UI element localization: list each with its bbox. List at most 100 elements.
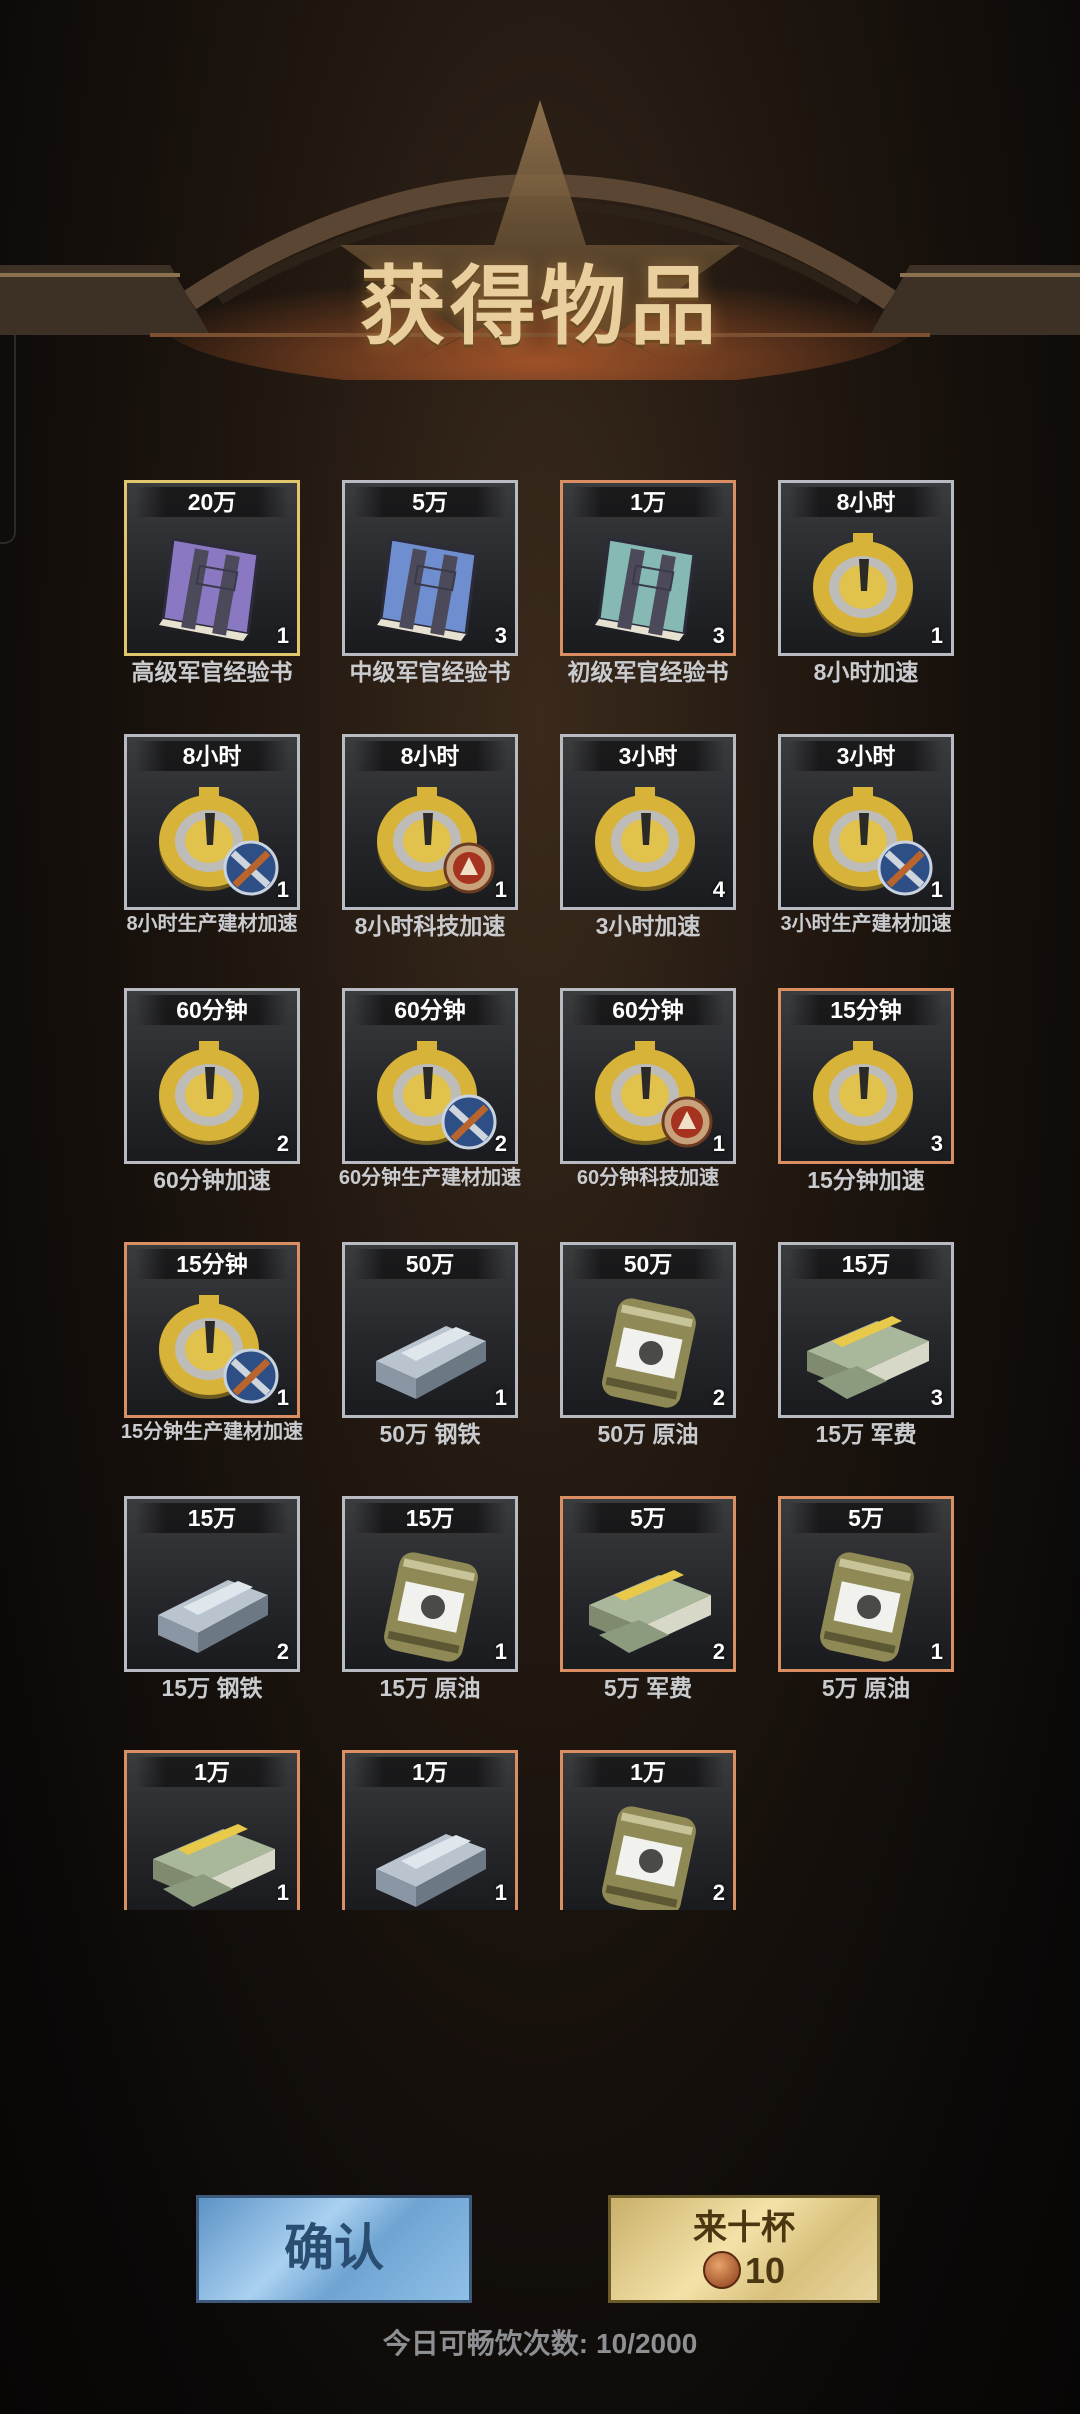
reward-item[interactable]: 8小时 1 8小时加速 <box>778 480 954 710</box>
daily-counter-value: 10/2000 <box>596 2328 698 2359</box>
cash-stack-icon <box>807 1316 929 1399</box>
item-name: 8小时生产建材加速 <box>126 913 298 935</box>
item-quantity: 1 <box>494 877 507 902</box>
item-quantity: 3 <box>494 623 507 648</box>
confirm-button[interactable]: 确认 <box>196 2195 472 2303</box>
item-name: 中级军官经验书 <box>349 659 511 685</box>
reward-item[interactable]: 1万 1 <box>124 1750 300 1980</box>
item-quantity: 2 <box>276 1639 289 1664</box>
item-card[interactable]: 60分钟 2 <box>124 988 300 1164</box>
item-quantity: 1 <box>494 1385 507 1410</box>
item-quantity: 1 <box>494 1639 507 1664</box>
reward-item[interactable]: 15万 3 15万 军费 <box>778 1242 954 1472</box>
item-card[interactable]: 8小时 1 <box>778 480 954 656</box>
item-card[interactable]: 15万 2 <box>124 1496 300 1672</box>
item-card[interactable]: 50万 1 <box>342 1242 518 1418</box>
draw-ten-button[interactable]: 来十杯 10 <box>608 2195 880 2303</box>
item-quantity: 2 <box>712 1639 725 1664</box>
reward-item[interactable]: 5万 1 5万 原油 <box>778 1496 954 1726</box>
item-card[interactable]: 1万 1 <box>342 1750 518 1910</box>
item-name: 3小时生产建材加速 <box>780 913 952 935</box>
speedup-clock-icon <box>595 787 695 891</box>
reward-item[interactable]: 5万 3 中级军官经验书 <box>342 480 518 710</box>
item-card[interactable]: 1万 3 <box>560 480 736 656</box>
item-amount-tag: 15万 <box>353 1503 507 1533</box>
reward-item[interactable]: 15分钟 3 15分钟加速 <box>778 988 954 1218</box>
item-amount-tag: 20万 <box>135 487 289 517</box>
reward-item[interactable]: 60分钟 2 60分钟加速 <box>124 988 300 1218</box>
speedup-clock-icon <box>377 1041 497 1150</box>
reward-item[interactable]: 15万 2 15万 钢铁 <box>124 1496 300 1726</box>
reward-item[interactable]: 20万 1 高级军官经验书 <box>124 480 300 710</box>
item-card[interactable]: 60分钟 1 <box>560 988 736 1164</box>
reward-item[interactable]: 15分钟 1 15分钟生产建材加速 <box>121 1242 303 1472</box>
oil-barrel-icon <box>820 1552 914 1662</box>
reward-item[interactable]: 8小时 1 8小时科技加速 <box>342 734 518 964</box>
reward-item[interactable]: 1万 3 初级军官经验书 <box>560 480 736 710</box>
item-amount-tag: 1万 <box>353 1757 507 1787</box>
item-amount-tag: 15分钟 <box>789 995 943 1025</box>
item-quantity: 1 <box>276 877 289 902</box>
item-amount-tag: 8小时 <box>353 741 507 771</box>
item-name: 3小时加速 <box>595 913 701 939</box>
oil-barrel-icon <box>384 1552 478 1662</box>
item-name: 5万 军费 <box>603 1675 693 1701</box>
speedup-clock-icon <box>813 533 913 637</box>
item-card[interactable]: 3小时 1 <box>778 734 954 910</box>
cash-stack-icon <box>153 1824 275 1907</box>
item-card[interactable]: 5万 1 <box>778 1496 954 1672</box>
item-amount-tag: 3小时 <box>571 741 725 771</box>
item-name: 60分钟生产建材加速 <box>338 1167 522 1189</box>
reward-item[interactable]: 15万 1 15万 原油 <box>342 1496 518 1726</box>
reward-item[interactable]: 50万 2 50万 原油 <box>560 1242 736 1472</box>
reward-item[interactable]: 1万 2 <box>560 1750 736 1980</box>
daily-counter-label: 今日可畅饮次数: <box>382 2328 589 2359</box>
item-name: 5万 原油 <box>821 1675 911 1701</box>
item-amount-tag: 15万 <box>789 1249 943 1279</box>
item-quantity: 1 <box>276 1880 289 1905</box>
item-card[interactable]: 15万 1 <box>342 1496 518 1672</box>
item-card[interactable]: 1万 2 <box>560 1750 736 1910</box>
item-card[interactable]: 5万 3 <box>342 480 518 656</box>
oil-barrel-icon <box>602 1806 696 1910</box>
item-quantity: 1 <box>276 623 289 648</box>
reward-item[interactable]: 60分钟 1 60分钟科技加速 <box>560 988 736 1218</box>
item-name: 50万 钢铁 <box>379 1421 481 1447</box>
steel-icon <box>158 1580 268 1653</box>
reward-item[interactable]: 1万 1 <box>342 1750 518 1980</box>
item-quantity: 2 <box>276 1131 289 1156</box>
coin-icon <box>702 2251 741 2289</box>
item-card[interactable]: 3小时 4 <box>560 734 736 910</box>
item-amount-tag: 1万 <box>571 1757 725 1787</box>
reward-item[interactable]: 60分钟 2 60分钟生产建材加速 <box>339 988 521 1218</box>
item-amount-tag: 8小时 <box>135 741 289 771</box>
reward-item[interactable]: 3小时 4 3小时加速 <box>560 734 736 964</box>
steel-icon <box>376 1326 486 1399</box>
item-name: 15分钟生产建材加速 <box>120 1421 304 1443</box>
reward-item[interactable]: 5万 2 5万 军费 <box>560 1496 736 1726</box>
item-card[interactable]: 8小时 1 <box>342 734 518 910</box>
item-card[interactable]: 60分钟 2 <box>342 988 518 1164</box>
item-card[interactable]: 1万 1 <box>124 1750 300 1910</box>
item-card[interactable]: 15万 3 <box>778 1242 954 1418</box>
cash-stack-icon <box>589 1570 711 1653</box>
item-name: 8小时科技加速 <box>354 913 506 939</box>
reward-item[interactable]: 50万 1 50万 钢铁 <box>342 1242 518 1472</box>
item-amount-tag: 1万 <box>571 487 725 517</box>
item-card[interactable]: 50万 2 <box>560 1242 736 1418</box>
item-amount-tag: 3小时 <box>789 741 943 771</box>
item-amount-tag: 5万 <box>571 1503 725 1533</box>
reward-item[interactable]: 8小时 1 8小时生产建材加速 <box>124 734 300 964</box>
reward-item[interactable]: 3小时 1 3小时生产建材加速 <box>778 734 954 964</box>
speedup-clock-icon <box>159 787 279 896</box>
item-amount-tag: 1万 <box>135 1757 289 1787</box>
item-quantity: 1 <box>494 1880 507 1905</box>
item-card[interactable]: 8小时 1 <box>124 734 300 910</box>
item-card[interactable]: 5万 2 <box>560 1496 736 1672</box>
item-quantity: 1 <box>930 1639 943 1664</box>
item-card[interactable]: 20万 1 <box>124 480 300 656</box>
item-card[interactable]: 15分钟 1 <box>124 1242 300 1418</box>
item-card[interactable]: 15分钟 3 <box>778 988 954 1164</box>
item-quantity: 2 <box>494 1131 507 1156</box>
daily-counter: 今日可畅饮次数: 10/2000 <box>0 2322 1080 2362</box>
